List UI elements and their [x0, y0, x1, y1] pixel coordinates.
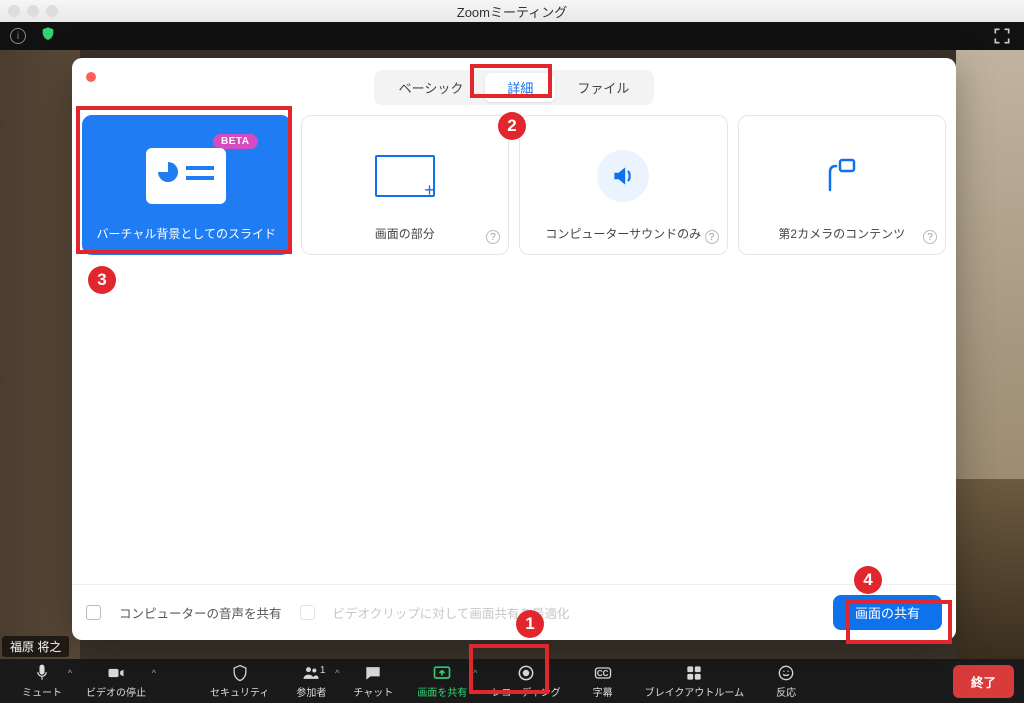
- participant-name-tag: 福原 将之: [2, 636, 69, 657]
- toolbar-label: ビデオの停止: [86, 684, 146, 699]
- info-icon[interactable]: i: [10, 28, 26, 44]
- help-icon[interactable]: ?: [486, 230, 500, 244]
- label-share-audio: コンピューターの音声を共有: [119, 603, 282, 622]
- toolbar-label: ミュート: [22, 684, 62, 699]
- chevron-up-icon[interactable]: ^: [68, 668, 72, 678]
- chevron-up-icon[interactable]: ^: [335, 668, 339, 678]
- card-portion-of-screen[interactable]: 画面の部分 ?: [301, 115, 510, 255]
- mac-titlebar: Zoomミーティング: [0, 0, 1024, 22]
- share-tab-segment: ベーシック 詳細 ファイル: [374, 70, 655, 105]
- toolbar-participants[interactable]: 1 参加者 ^: [281, 659, 341, 703]
- toolbar-breakout[interactable]: ブレイクアウトルーム: [633, 659, 757, 703]
- traffic-lights[interactable]: [8, 5, 58, 17]
- toolbar-chat[interactable]: チャット: [341, 659, 405, 703]
- meeting-info-bar: i: [0, 22, 1024, 50]
- share-option-cards: BETA バーチャル背景としてのスライド 画面の部分 ? コンピューターサウンド…: [72, 115, 956, 255]
- chevron-up-icon[interactable]: ^: [152, 668, 156, 678]
- card-label: 画面の部分: [375, 225, 435, 242]
- label-optimize-clip: ビデオクリップに対して画面共有を最適化: [333, 603, 570, 622]
- end-meeting-button[interactable]: 終了: [953, 665, 1014, 698]
- card-slides-as-background[interactable]: BETA バーチャル背景としてのスライド: [82, 115, 291, 255]
- share-dialog-footer: コンピューターの音声を共有 ビデオクリップに対して画面共有を最適化 画面の共有: [72, 584, 956, 640]
- encryption-shield-icon[interactable]: [40, 26, 56, 47]
- close-icon[interactable]: [86, 72, 96, 82]
- toolbar-share-screen[interactable]: 画面を共有 ^: [405, 659, 479, 703]
- card-second-camera[interactable]: 第2カメラのコンテンツ ?: [738, 115, 947, 255]
- fullscreen-icon[interactable]: [992, 26, 1012, 46]
- toolbar-label: 反応: [776, 684, 796, 699]
- chevron-up-icon[interactable]: ^: [473, 668, 477, 678]
- video-background-left: [0, 50, 80, 659]
- card-computer-sound-only[interactable]: コンピューターサウンドのみ ?: [519, 115, 728, 255]
- card-label: バーチャル背景としてのスライド: [96, 225, 276, 242]
- tab-advanced[interactable]: 詳細: [485, 73, 555, 102]
- slides-icon: [146, 148, 226, 204]
- toolbar-label: 参加者: [296, 684, 326, 699]
- toolbar-stop-video[interactable]: ビデオの停止 ^: [74, 659, 158, 703]
- participants-count: 1: [320, 665, 326, 676]
- tab-file[interactable]: ファイル: [555, 73, 651, 102]
- speaker-icon: [597, 150, 649, 202]
- share-button[interactable]: 画面の共有: [833, 595, 942, 630]
- video-area: 福原 将之 ベーシック 詳細 ファイル BETA バーチャル背景としてのスライド…: [0, 50, 1024, 659]
- video-background-right: [956, 50, 1024, 659]
- beta-badge: BETA: [213, 134, 257, 149]
- portion-icon: [375, 155, 435, 197]
- tab-basic[interactable]: ベーシック: [377, 73, 486, 102]
- second-camera-icon: [816, 150, 868, 202]
- toolbar-label: セキュリティ: [210, 684, 269, 699]
- toolbar-label: 字幕: [593, 684, 613, 699]
- toolbar-recording[interactable]: レコーディング: [479, 659, 572, 703]
- share-screen-dialog: ベーシック 詳細 ファイル BETA バーチャル背景としてのスライド 画面の部分…: [72, 58, 956, 640]
- toolbar-label: チャット: [353, 684, 393, 699]
- toolbar-label: ブレイクアウトルーム: [645, 684, 745, 699]
- toolbar-cc[interactable]: CC 字幕: [573, 659, 633, 703]
- toolbar-security[interactable]: セキュリティ: [198, 659, 281, 703]
- card-label: コンピューターサウンドのみ: [545, 225, 701, 242]
- toolbar-reactions[interactable]: 反応: [756, 659, 816, 703]
- help-icon[interactable]: ?: [923, 230, 937, 244]
- share-tab-row: ベーシック 詳細 ファイル: [72, 58, 956, 115]
- toolbar-label: レコーディング: [491, 684, 560, 699]
- toolbar-mute[interactable]: ミュート ^: [10, 659, 74, 703]
- help-icon[interactable]: ?: [705, 230, 719, 244]
- checkbox-share-audio[interactable]: [86, 605, 101, 620]
- card-label: 第2カメラのコンテンツ: [778, 225, 905, 242]
- toolbar-label: 画面を共有: [417, 684, 467, 699]
- meeting-toolbar: ミュート ^ ビデオの停止 ^ セキュリティ 1 参加者 ^ チャット 画面を共…: [0, 659, 1024, 703]
- checkbox-optimize-clip[interactable]: [300, 605, 315, 620]
- window-title: Zoomミーティング: [457, 2, 567, 21]
